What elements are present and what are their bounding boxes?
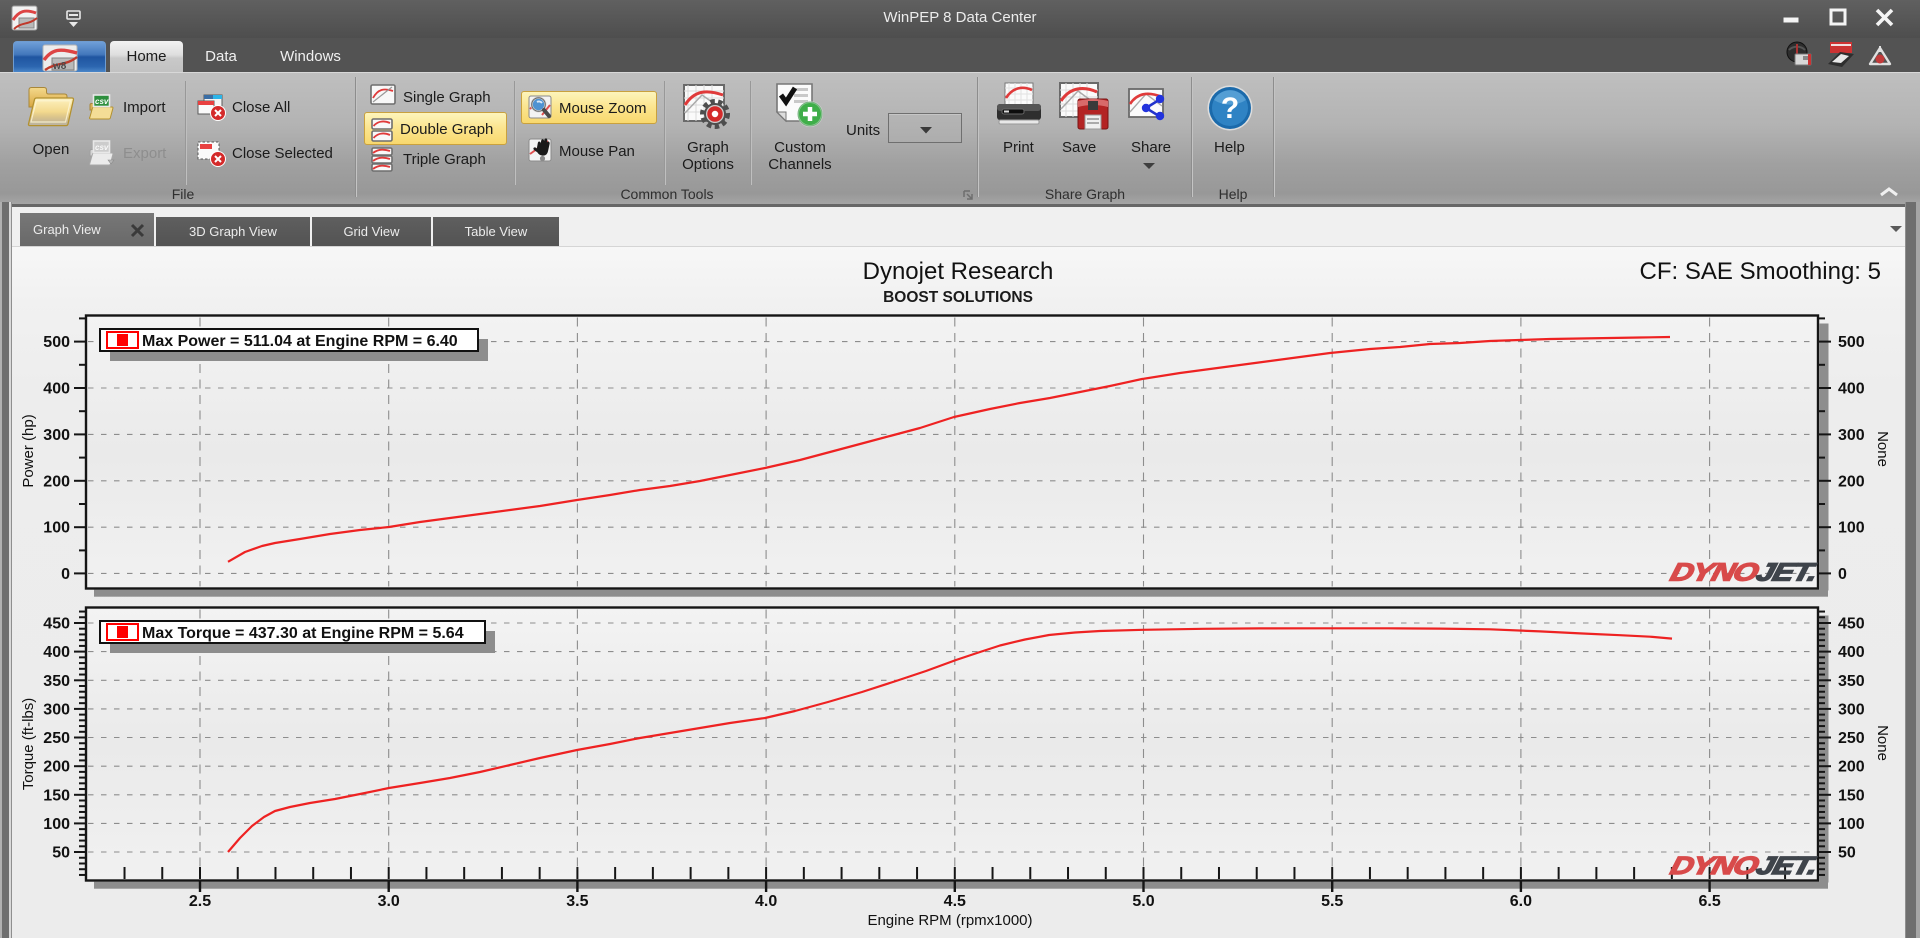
svg-text:500: 500 — [43, 334, 70, 351]
svg-text:100: 100 — [1838, 816, 1865, 833]
svg-text:w8: w8 — [52, 61, 67, 72]
svg-text:400: 400 — [43, 381, 70, 398]
svg-text:None: None — [1874, 725, 1891, 761]
svg-text:300: 300 — [1838, 701, 1865, 718]
svg-text:CF: SAE Smoothing: 5: CF: SAE Smoothing: 5 — [1640, 258, 1881, 285]
svg-text:250: 250 — [43, 730, 70, 747]
svg-text:6.0: 6.0 — [1510, 893, 1532, 910]
svg-text:300: 300 — [43, 427, 70, 444]
svg-text:csv: csv — [95, 97, 109, 106]
svg-text:150: 150 — [43, 787, 70, 804]
svg-text:450: 450 — [1838, 616, 1865, 633]
svg-text:DYNOJET.: DYNOJET. — [1667, 852, 1819, 880]
svg-text:50: 50 — [52, 845, 70, 862]
svg-text:3.0: 3.0 — [378, 893, 400, 910]
svg-text:DYNOJET.: DYNOJET. — [1667, 559, 1819, 587]
svg-text:250: 250 — [1838, 730, 1865, 747]
svg-text:None: None — [1874, 431, 1891, 467]
svg-text:200: 200 — [1838, 473, 1865, 490]
svg-text:Max Power = 511.04 at Engine R: Max Power = 511.04 at Engine RPM = 6.40 — [142, 333, 458, 350]
svg-text:0: 0 — [1838, 566, 1847, 583]
svg-text:100: 100 — [1838, 520, 1865, 537]
svg-text:Engine RPM (rpmx1000): Engine RPM (rpmx1000) — [867, 912, 1032, 929]
svg-text:300: 300 — [43, 701, 70, 718]
svg-text:Dynojet Research: Dynojet Research — [863, 258, 1054, 285]
svg-text:csv: csv — [95, 143, 109, 152]
svg-text:100: 100 — [43, 816, 70, 833]
svg-text:500: 500 — [1838, 334, 1865, 351]
svg-text:200: 200 — [43, 759, 70, 776]
svg-text:400: 400 — [43, 644, 70, 661]
svg-text:100: 100 — [43, 520, 70, 537]
svg-text:300: 300 — [1838, 427, 1865, 444]
svg-text:5.0: 5.0 — [1132, 893, 1154, 910]
svg-text:400: 400 — [1838, 381, 1865, 398]
svg-text:Torque (ft-lbs): Torque (ft-lbs) — [20, 698, 37, 791]
svg-text:5.5: 5.5 — [1321, 893, 1343, 910]
svg-text:0: 0 — [61, 566, 70, 583]
svg-text:200: 200 — [1838, 759, 1865, 776]
svg-text:?: ? — [1221, 92, 1239, 125]
svg-text:350: 350 — [1838, 673, 1865, 690]
svg-text:150: 150 — [1838, 787, 1865, 804]
svg-text:3.5: 3.5 — [566, 893, 588, 910]
svg-text:6.5: 6.5 — [1698, 893, 1720, 910]
svg-text:450: 450 — [43, 616, 70, 633]
svg-text:50: 50 — [1838, 845, 1856, 862]
svg-text:BOOST SOLUTIONS: BOOST SOLUTIONS — [883, 289, 1033, 306]
svg-text:Max Torque = 437.30 at Engine: Max Torque = 437.30 at Engine RPM = 5.64 — [142, 625, 464, 642]
svg-text:4.5: 4.5 — [944, 893, 966, 910]
svg-text:2.5: 2.5 — [189, 893, 211, 910]
svg-text:4.0: 4.0 — [755, 893, 777, 910]
svg-text:350: 350 — [43, 673, 70, 690]
svg-text:400: 400 — [1838, 644, 1865, 661]
svg-text:200: 200 — [43, 473, 70, 490]
svg-text:Power (hp): Power (hp) — [20, 414, 37, 487]
